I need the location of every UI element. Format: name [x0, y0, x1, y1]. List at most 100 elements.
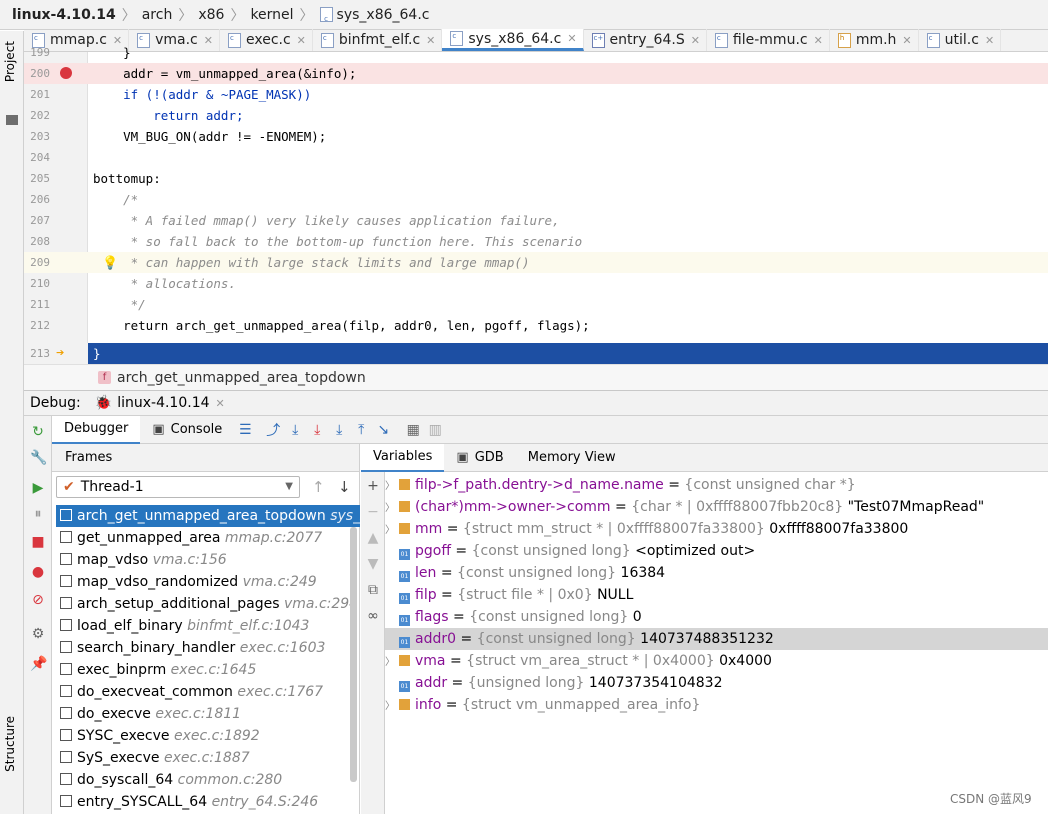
primitive-icon: 01 — [399, 571, 410, 582]
frame-row[interactable]: map_vdso_randomized vma.c:249 — [56, 571, 360, 593]
variable-row[interactable]: 01 pgoff = {const unsigned long} <optimiz… — [385, 540, 1048, 562]
code-editor[interactable]: 199 } 200 addr = vm_unmapped_area(&info)… — [24, 45, 1048, 364]
gear-icon[interactable]: ⚙ — [30, 626, 46, 642]
breadcrumb-x86[interactable]: x86 〉 — [198, 5, 250, 25]
tab-gdb[interactable]: ▣ GDB — [444, 444, 515, 472]
step-out-icon[interactable]: ⤒ — [350, 422, 372, 438]
step-over-icon[interactable]: ⤓ — [284, 422, 306, 438]
glasses-icon[interactable]: ∞ — [365, 608, 381, 624]
remove-watch-icon[interactable]: − — [365, 504, 381, 520]
expand-icon[interactable]: 〉 — [385, 520, 399, 542]
frame-row[interactable]: entry_SYSCALL_64 entry_64.S:246 — [56, 791, 360, 813]
frame-row[interactable]: do_syscall_64 common.c:280 — [56, 769, 360, 791]
tab-memory-view[interactable]: Memory View — [516, 444, 628, 472]
variable-row[interactable]: 01 addr = {unsigned long} 140737354104832 — [385, 672, 1048, 694]
frame-row[interactable]: load_elf_binary binfmt_elf.c:1043 — [56, 615, 360, 637]
variable-row[interactable]: 〉 filp->f_path.dentry->d_name.name = {con… — [385, 474, 1048, 496]
code-line[interactable]: 201 if (!(addr & ~PAGE_MASK)) — [24, 84, 1048, 105]
variable-row[interactable]: 01 len = {const unsigned long} 16384 — [385, 562, 1048, 584]
code-line-breakpoint[interactable]: 200 addr = vm_unmapped_area(&info); — [24, 63, 1048, 84]
expand-icon[interactable]: 〉 — [385, 652, 399, 674]
expand-icon[interactable]: 〉 — [385, 476, 399, 498]
variable-row[interactable]: 〉 (char*)mm->owner->comm = {char * | 0xff… — [385, 496, 1048, 518]
left-tool-strip: Project Structure — [0, 31, 24, 814]
expand-icon[interactable]: 〉 — [385, 696, 399, 718]
code-line[interactable]: 205 bottomup: — [24, 168, 1048, 189]
code-line[interactable]: 206 /* — [24, 189, 1048, 210]
variable-row[interactable]: 〉 info = {struct vm_unmapped_area_info} — [385, 694, 1048, 716]
code-line-caret[interactable]: 209 💡 * can happen with large stack limit… — [24, 252, 1048, 273]
code-line[interactable]: 207 * A failed mmap() very likely causes… — [24, 210, 1048, 231]
frame-row[interactable]: do_execve exec.c:1811 — [56, 703, 360, 725]
breadcrumb-file[interactable]: c sys_x86_64.c — [319, 7, 429, 23]
project-tool-tab[interactable]: Project — [3, 41, 17, 82]
debugger-toolbar: Debugger ▣ Console ☰ ⤴ ⤓ ⤓ ⤓ ⤒ ↘ ▦ ▥ — [52, 415, 1048, 444]
code-line[interactable]: 199 } — [24, 42, 1048, 63]
code-line[interactable]: 208 * so fall back to the bottom-up func… — [24, 231, 1048, 252]
field-icon — [399, 479, 410, 490]
frame-row[interactable]: exec_binprm exec.c:1645 — [56, 659, 360, 681]
up-arrow-icon[interactable]: ↑ — [312, 478, 325, 496]
tab-variables[interactable]: Variables — [361, 443, 445, 472]
code-line-current[interactable]: 213 ➔} — [24, 343, 1048, 364]
menu-icon[interactable]: ☰ — [234, 422, 256, 438]
frame-icon — [60, 773, 72, 785]
evaluate-icon[interactable]: ▦ — [402, 422, 424, 438]
move-up-icon[interactable]: ▲ — [365, 530, 381, 546]
step-into-icon[interactable]: ⤓ — [306, 422, 328, 438]
variable-row-selected[interactable]: 01 addr0 = {const unsigned long} 14073748… — [385, 628, 1048, 650]
duplicate-icon[interactable]: ⧉ — [365, 582, 381, 598]
frame-icon — [60, 729, 72, 741]
thread-select[interactable]: ✔ Thread-1 ▼ — [56, 476, 300, 498]
code-line[interactable]: 204 — [24, 147, 1048, 168]
code-line[interactable]: 211 */ — [24, 294, 1048, 315]
frames-scrollbar[interactable] — [350, 527, 357, 782]
code-line[interactable]: 210 * allocations. — [24, 273, 1048, 294]
show-execution-point-icon[interactable]: ⤴ — [262, 420, 284, 440]
structure-tool-tab[interactable]: Structure — [3, 716, 17, 772]
down-arrow-icon[interactable]: ↓ — [338, 478, 351, 496]
run-to-cursor-icon[interactable]: ↘ — [372, 422, 394, 438]
frame-row[interactable]: get_unmapped_area mmap.c:2077 — [56, 527, 360, 549]
wrench-icon[interactable]: 🔧 — [30, 450, 47, 466]
move-down-icon[interactable]: ▼ — [365, 556, 381, 572]
breadcrumb-project[interactable]: linux-4.10.14 〉 — [12, 5, 142, 25]
variable-row[interactable]: 01 flags = {const unsigned long} 0 — [385, 606, 1048, 628]
debug-session-tab[interactable]: 🐞 linux-4.10.14 ✕ — [95, 395, 225, 411]
frame-icon — [60, 751, 72, 763]
frame-row[interactable]: map_vdso vma.c:156 — [56, 549, 360, 571]
frame-row[interactable]: SyS_execve exec.c:1887 — [56, 747, 360, 769]
add-watch-icon[interactable]: + — [365, 478, 381, 494]
rerun-icon[interactable]: ↻ — [30, 424, 46, 440]
expand-icon[interactable]: 〉 — [385, 498, 399, 520]
breadcrumb-arch[interactable]: arch 〉 — [142, 5, 199, 25]
variable-row[interactable]: 01 filp = {struct file * | 0x0} NULL — [385, 584, 1048, 606]
code-line[interactable]: 202 return addr; — [24, 105, 1048, 126]
breakpoint-icon[interactable] — [60, 67, 72, 79]
frame-row[interactable]: search_binary_handler exec.c:1603 — [56, 637, 360, 659]
force-step-into-icon[interactable]: ⤓ — [328, 422, 350, 438]
close-icon[interactable]: ✕ — [216, 397, 225, 410]
variable-row[interactable]: 〉 vma = {struct vm_area_struct * | 0x4000… — [385, 650, 1048, 672]
frame-row[interactable]: arch_get_unmapped_area_topdown sys_x8 — [56, 505, 360, 527]
layout-icon[interactable]: ▥ — [424, 422, 446, 438]
pause-icon[interactable]: ⏸ — [30, 506, 46, 522]
tab-debugger[interactable]: Debugger — [52, 415, 141, 444]
code-line[interactable]: 212 return arch_get_unmapped_area(filp, … — [24, 315, 1048, 336]
pin-icon[interactable]: 📌 — [30, 656, 47, 672]
field-icon — [399, 501, 410, 512]
view-breakpoints-icon[interactable]: ● — [30, 564, 46, 580]
variable-row[interactable]: 〉 mm = {struct mm_struct * | 0xffff88007f… — [385, 518, 1048, 540]
tab-console[interactable]: ▣ Console — [140, 416, 234, 444]
function-breadcrumb[interactable]: f arch_get_unmapped_area_topdown — [24, 364, 1048, 390]
stop-icon[interactable]: ■ — [30, 534, 46, 550]
breadcrumb-kernel[interactable]: kernel 〉 — [250, 5, 319, 25]
field-icon — [399, 699, 410, 710]
folder-icon — [6, 115, 18, 125]
code-line[interactable]: 203 VM_BUG_ON(addr != -ENOMEM); — [24, 126, 1048, 147]
frame-row[interactable]: arch_setup_additional_pages vma.c:294 — [56, 593, 360, 615]
resume-icon[interactable]: ▶ — [30, 480, 46, 496]
frame-row[interactable]: do_execveat_common exec.c:1767 — [56, 681, 360, 703]
mute-breakpoints-icon[interactable]: ⊘ — [30, 592, 46, 608]
frame-row[interactable]: SYSC_execve exec.c:1892 — [56, 725, 360, 747]
